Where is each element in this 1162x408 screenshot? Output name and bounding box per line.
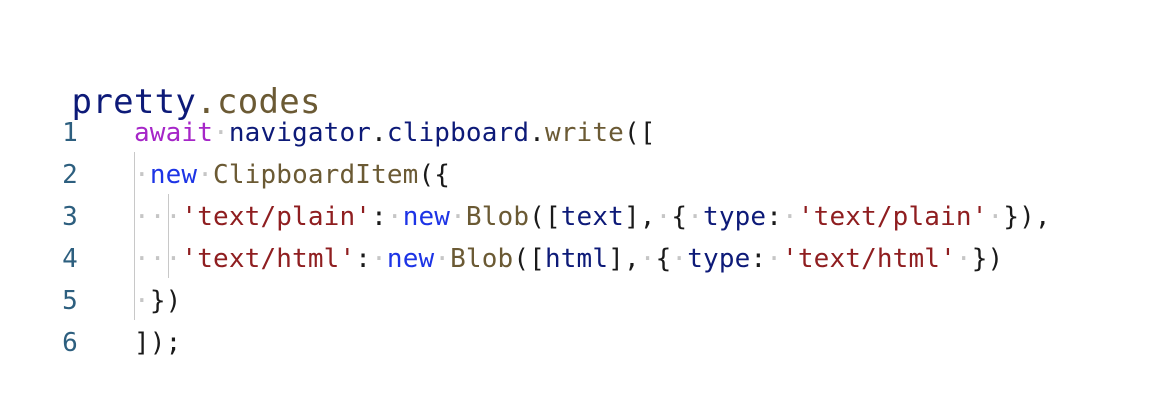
whitespace-marker: ·	[434, 244, 451, 274]
code-token-identifier: type	[687, 244, 751, 274]
code-token-identifier: type	[703, 202, 767, 232]
code-token-string: 'text/plain'	[181, 202, 372, 232]
code-token-method: ClipboardItem	[213, 160, 419, 190]
indent-guide-level-2	[168, 194, 169, 278]
code-line: 4 ···'text/html':·new·Blob([html],·{·type…	[0, 238, 1162, 280]
code-token-keyword: await	[134, 118, 214, 148]
code-token-punctuation: ],	[623, 202, 656, 232]
code-token-punctuation: ([	[513, 244, 545, 274]
code-token-string: 'text/html'	[782, 244, 956, 274]
code-token-punctuation: ([	[623, 118, 656, 148]
code-token-method: write	[544, 118, 624, 148]
line-number: 3	[62, 202, 78, 232]
whitespace-marker: ·	[134, 286, 150, 316]
whitespace-marker: ·	[987, 202, 1004, 232]
whitespace-marker: ·	[655, 202, 672, 232]
code-line: 6]);	[0, 322, 1162, 364]
code-token-punctuation: {	[655, 244, 672, 274]
code-token-method: Blob	[450, 244, 514, 274]
line-number: 4	[62, 244, 78, 274]
brand-logo: pretty.codes	[30, 36, 321, 124]
whitespace-marker: ·	[766, 244, 783, 274]
code-token-punctuation: ({	[418, 160, 451, 190]
code-token-punctuation: :	[766, 202, 783, 232]
whitespace-marker: ·	[197, 160, 214, 190]
code-token-keyword-new: new	[149, 160, 198, 190]
line-source: ·})	[134, 280, 181, 322]
line-number: 5	[62, 286, 78, 316]
whitespace-marker: ·	[782, 202, 798, 232]
whitespace-marker: ·	[386, 202, 403, 232]
line-number: 6	[62, 328, 78, 358]
code-line: 2 ·new·ClipboardItem({	[0, 154, 1162, 196]
indent-guide-level-1	[134, 152, 135, 320]
code-token-punctuation: .	[371, 118, 387, 148]
code-line: 3 ···'text/plain':·new·Blob([text],·{·typ…	[0, 196, 1162, 238]
code-token-keyword-new: new	[402, 202, 451, 232]
code-token-method: Blob	[465, 202, 530, 232]
code-token-punctuation: :	[355, 244, 372, 274]
code-token-punctuation: ]);	[134, 328, 182, 358]
code-line: 5 ·})	[0, 280, 1162, 322]
code-token-punctuation: ],	[608, 244, 640, 274]
code-token-punctuation: })	[971, 244, 1004, 274]
line-source: ···'text/html':·new·Blob([html],·{·type:…	[134, 238, 1003, 280]
whitespace-marker: ·	[134, 160, 150, 190]
code-token-identifier: html	[544, 244, 609, 274]
line-number: 1	[62, 118, 78, 148]
whitespace-marker: ·	[371, 244, 387, 274]
code-line: 1 await·navigator.clipboard.write([	[0, 112, 1162, 154]
code-token-punctuation: })	[149, 286, 182, 316]
code-token-keyword-new: new	[386, 244, 435, 274]
whitespace-marker: ···	[134, 202, 182, 232]
whitespace-marker: ·	[639, 244, 656, 274]
code-block: 1 await·navigator.clipboard.write([2 ·new·…	[0, 112, 1162, 364]
code-token-punctuation: :	[371, 202, 387, 232]
code-token-punctuation: }),	[1003, 202, 1051, 232]
code-token-punctuation: {	[671, 202, 688, 232]
code-token-string: 'text/html'	[181, 244, 356, 274]
line-source: ···'text/plain':·new·Blob([text],·{·type…	[134, 196, 1051, 238]
code-token-identifier: text	[560, 202, 624, 232]
line-source: await·navigator.clipboard.write([	[134, 112, 656, 154]
code-token-identifier: clipboard	[386, 118, 530, 148]
whitespace-marker: ·	[687, 202, 704, 232]
whitespace-marker: ···	[134, 244, 182, 274]
code-token-punctuation: :	[750, 244, 767, 274]
code-token-punctuation: ([	[529, 202, 561, 232]
line-source: ·new·ClipboardItem({	[134, 154, 450, 196]
line-source: ]);	[134, 322, 181, 364]
line-number: 2	[62, 160, 78, 190]
whitespace-marker: ·	[955, 244, 972, 274]
code-token-string: 'text/plain'	[797, 202, 988, 232]
whitespace-marker: ·	[450, 202, 466, 232]
code-token-punctuation: .	[529, 118, 545, 148]
whitespace-marker: ·	[213, 118, 229, 148]
code-token-identifier: navigator	[228, 118, 372, 148]
whitespace-marker: ·	[671, 244, 688, 274]
